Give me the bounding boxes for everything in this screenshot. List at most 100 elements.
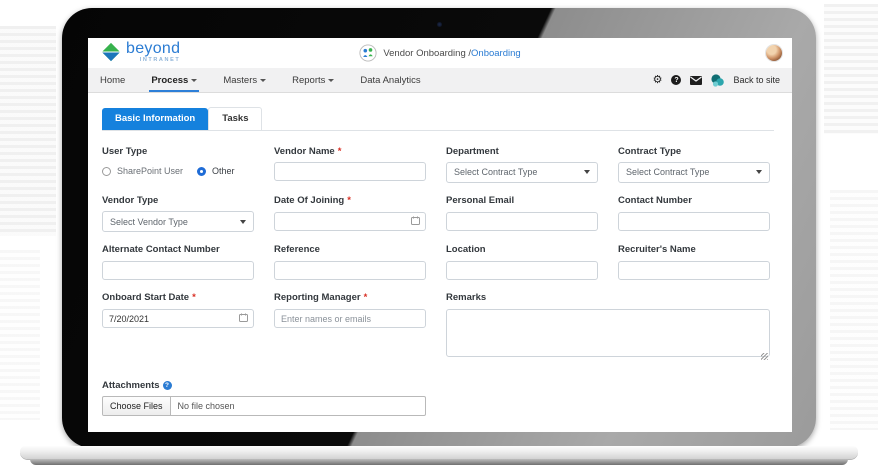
nav-item-label: Process	[151, 74, 189, 86]
select-value: Select Contract Type	[454, 167, 538, 178]
back-to-site-link[interactable]: Back to site	[733, 75, 780, 85]
onboarding-form: User Type SharePoint User Other Vendor N…	[102, 145, 792, 430]
sharepoint-icon[interactable]	[711, 73, 725, 87]
background-artifact	[0, 250, 40, 420]
page-title-group: Vendor Onboarding /Onboarding	[88, 38, 792, 68]
field-date-of-joining: Date Of Joining *	[274, 194, 426, 232]
chevron-down-icon	[240, 219, 246, 224]
field-label: Contract Type	[618, 145, 770, 157]
attachments-help-icon[interactable]: ?	[162, 381, 172, 391]
field-location: Location	[446, 244, 598, 281]
field-label: Reference	[274, 244, 426, 256]
user-avatar[interactable]	[766, 45, 782, 61]
user-type-radio-group: SharePoint User Other	[102, 162, 254, 181]
radio-other[interactable]	[197, 166, 207, 176]
field-label-text: Date Of Joining	[274, 194, 345, 206]
field-label-text: Vendor Name	[274, 145, 335, 157]
calendar-icon[interactable]	[411, 216, 420, 225]
nav-item-home[interactable]: Home	[100, 68, 125, 92]
tab-bar: Basic Information Tasks	[102, 107, 774, 131]
nav-item-label: Masters	[223, 74, 258, 86]
field-label: Contact Number	[618, 194, 770, 206]
field-label-text: Reference	[274, 244, 320, 256]
file-chosen-status: No file chosen	[177, 401, 235, 412]
select-value: Select Vendor Type	[110, 216, 188, 227]
laptop-base	[20, 446, 858, 459]
location-input[interactable]	[446, 261, 598, 281]
contract-type-select[interactable]: Select Contract Type	[618, 161, 770, 183]
field-label-text: Personal Email	[446, 194, 515, 206]
nav-item-process[interactable]: Process	[149, 68, 200, 92]
nav-item-label: Data Analytics	[360, 74, 421, 86]
field-label-text: Attachments	[102, 379, 160, 391]
field-label: Location	[446, 244, 598, 255]
tab-tasks[interactable]: Tasks	[208, 107, 263, 130]
page-content: Basic Information Tasks User Type ShareP…	[88, 93, 792, 429]
nav-item-masters[interactable]: Masters	[223, 68, 267, 92]
app-header: beyond INTRANET Vendor Onboarding /Onboa…	[88, 38, 792, 68]
field-alternate-contact-number: Alternate Contact Number	[102, 244, 254, 281]
field-label: Attachments ?	[102, 379, 426, 391]
required-asterisk: *	[337, 145, 342, 157]
background-artifact	[830, 190, 878, 430]
background-artifact	[824, 4, 878, 134]
mail-icon[interactable]	[690, 75, 703, 85]
field-label: Vendor Type	[102, 194, 254, 206]
attachments-file-input[interactable]: Choose Files No file chosen	[102, 396, 426, 417]
help-icon[interactable]: ?	[671, 75, 682, 85]
calendar-icon[interactable]	[239, 313, 248, 323]
field-reference: Reference	[274, 244, 426, 281]
field-vendor-type: Vendor Type Select Vendor Type	[102, 194, 254, 233]
alternate-contact-number-input[interactable]	[102, 261, 254, 281]
field-label-text: Vendor Type	[102, 194, 159, 206]
chevron-down-icon	[756, 170, 762, 175]
tab-basic-information[interactable]: Basic Information	[102, 108, 209, 130]
nav-item-data-analytics[interactable]: Data Analytics	[360, 68, 420, 92]
page-title-breadcrumb-link[interactable]: Onboarding	[471, 48, 521, 59]
field-label: Onboard Start Date *	[102, 292, 254, 304]
department-select[interactable]: Select Contract Type	[446, 161, 598, 183]
nav-item-reports[interactable]: Reports	[292, 68, 335, 92]
gear-icon[interactable]: ⚙	[653, 74, 663, 86]
radio-label[interactable]: Other	[212, 166, 235, 176]
field-label-text: Contact Number	[618, 194, 692, 206]
field-label-text: Onboard Start Date	[102, 292, 190, 304]
vendor-type-select[interactable]: Select Vendor Type	[102, 211, 254, 233]
field-label-text: User Type	[102, 145, 148, 157]
reference-input[interactable]	[274, 261, 426, 281]
chevron-down-icon	[260, 79, 267, 82]
recruiters-name-input[interactable]	[618, 261, 770, 281]
field-vendor-name: Vendor Name *	[274, 145, 426, 183]
main-nav: Home Process Masters Reports Data Analyt…	[88, 68, 792, 93]
contact-number-input[interactable]	[618, 211, 770, 231]
field-label: Recruiter's Name	[618, 244, 770, 256]
app-screen: beyond INTRANET Vendor Onboarding /Onboa…	[88, 38, 792, 432]
remarks-textarea[interactable]	[446, 308, 770, 357]
reporting-manager-input[interactable]	[274, 309, 426, 329]
field-contact-number: Contact Number	[618, 194, 770, 232]
vendor-name-input[interactable]	[274, 162, 426, 182]
field-label: Personal Email	[446, 194, 598, 206]
onboard-start-date-input[interactable]	[102, 309, 254, 329]
field-label-text: Recruiter's Name	[618, 244, 696, 256]
choose-files-button[interactable]: Choose Files	[103, 397, 171, 416]
webcam-dot	[437, 22, 442, 27]
date-of-joining-input[interactable]	[274, 211, 426, 231]
radio-sharepoint-user[interactable]	[102, 166, 111, 176]
field-onboard-start-date: Onboard Start Date *	[102, 292, 254, 361]
chevron-down-icon	[191, 79, 198, 82]
field-label-text: Alternate Contact Number	[102, 244, 220, 256]
page-title-prefix: Vendor Onboarding /	[383, 47, 472, 59]
field-label-text: Contract Type	[618, 145, 682, 157]
people-icon	[359, 44, 377, 62]
field-label-text: Reporting Manager	[274, 292, 361, 304]
field-reporting-manager: Reporting Manager *	[274, 292, 426, 361]
field-remarks: Remarks	[446, 292, 770, 361]
required-asterisk: *	[192, 292, 196, 304]
radio-label[interactable]: SharePoint User	[117, 166, 183, 176]
page-title: Vendor Onboarding /Onboarding	[383, 48, 520, 59]
required-asterisk: *	[363, 292, 368, 304]
field-label: Department	[446, 146, 598, 157]
personal-email-input[interactable]	[446, 211, 598, 231]
field-contract-type: Contract Type Select Contract Type	[618, 145, 770, 183]
